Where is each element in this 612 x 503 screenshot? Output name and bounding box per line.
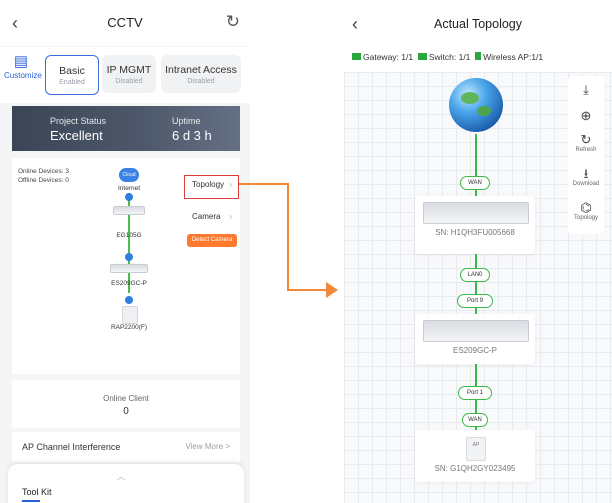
refresh-label: Refresh: [575, 147, 597, 153]
sheet-handle-icon[interactable]: ︿: [116, 468, 126, 483]
chevron-right-icon: ›: [229, 212, 232, 221]
online-client-label: Online Client: [103, 394, 149, 403]
port1-label: Port 1: [458, 386, 492, 400]
tab-ip-mgmt-name: IP MGMT: [106, 64, 152, 76]
ap-channel-label: AP Channel Interference: [22, 442, 121, 452]
header-bar: ‹ CCTV ↻: [0, 0, 250, 46]
online-client-value: 0: [123, 406, 129, 417]
tab-ip-mgmt-status: Disabled: [115, 78, 143, 85]
toolkit-sheet[interactable]: ︿ Tool Kit: [8, 464, 244, 503]
wireless-ap-icon: [475, 52, 482, 60]
page-title: Actual Topology: [433, 17, 523, 31]
switch-card[interactable]: ES209GC-P: [415, 314, 535, 364]
topology-icon: ⌬: [580, 200, 592, 215]
download-label: Download: [572, 181, 600, 187]
node-es209gc-label: ES209GC-P: [111, 280, 147, 287]
toolkit-underline: [22, 500, 40, 502]
callout-arrowhead: [326, 282, 338, 298]
online-client-card[interactable]: Online Client 0: [12, 380, 240, 428]
port9-label: Port 9: [457, 294, 493, 308]
customize-button[interactable]: ▤ Customize: [4, 53, 42, 80]
collapse-icon: ⤓: [583, 82, 589, 97]
ap-serial: SN: G1QH2GY023495: [434, 464, 516, 473]
left-phone-screen: ‹ CCTV ↻ ▤ Customize Basic Enabled IP MG…: [0, 0, 250, 503]
switch-model: ES209GC-P: [452, 346, 498, 355]
building-icon: ▤: [13, 53, 29, 70]
ap-channel-interference-row: AP Channel Interference View More >: [12, 432, 240, 462]
uptime-value: 6 d 3 h: [172, 128, 212, 143]
gateway-icon: [352, 53, 361, 60]
online-devices-count: Online Devices: 3: [18, 168, 69, 175]
legend-ap: Wireless AP:1/1: [483, 52, 544, 62]
camera-button[interactable]: Camera ›: [184, 207, 240, 227]
switch-device-icon: [110, 264, 148, 273]
toolkit-label: Tool Kit: [22, 487, 52, 497]
view-more-link[interactable]: View More >: [185, 442, 230, 451]
topology-tool-button[interactable]: ⌬ Topology: [568, 200, 604, 221]
switch-device-image: [423, 320, 529, 342]
center-tool-button[interactable]: ⊕: [568, 108, 604, 123]
ap-wan-label: WAN: [462, 413, 488, 427]
feature-tabs: ▤ Customize Basic Enabled IP MGMT Disabl…: [0, 47, 250, 103]
gateway-device-image: [423, 202, 529, 224]
tab-ip-mgmt[interactable]: IP MGMT Disabled: [102, 55, 156, 93]
tab-intranet-status: Disabled: [187, 78, 215, 85]
device-legend: Gateway: 1/1 Switch: 1/1 Wireless AP:1/1: [352, 52, 543, 62]
collapse-tool-button[interactable]: ⤓: [568, 82, 604, 97]
camera-button-label: Camera: [192, 212, 221, 221]
legend-switch: Switch: 1/1: [428, 52, 471, 62]
tab-intranet-name: Intranet Access: [165, 64, 237, 76]
target-icon: ⊕: [580, 108, 592, 123]
wan-port-label: WAN: [460, 176, 490, 190]
topology-highlight-box: [184, 175, 239, 199]
link-dot: [125, 253, 133, 261]
tab-basic-status: Enabled: [59, 79, 85, 86]
node-eg105g-label: EG105G: [116, 232, 142, 239]
internet-globe-icon[interactable]: [449, 78, 503, 132]
refresh-icon[interactable]: ↻: [226, 12, 240, 32]
ap-device-icon: [122, 306, 138, 324]
cloud-icon: Cloud: [119, 168, 139, 182]
topology-label: Topology: [573, 215, 599, 221]
gateway-card[interactable]: SN: H1QH3FU005668: [415, 196, 535, 254]
page-title: CCTV: [107, 15, 143, 30]
project-status-banner[interactable]: Project Status Excellent Uptime 6 d 3 h: [12, 106, 240, 151]
cloud-label: Cloud: [122, 172, 136, 178]
callout-arrow: [287, 289, 329, 291]
link-dot: [125, 296, 133, 304]
lan0-port-label: LAN0: [460, 268, 490, 282]
offline-devices-count: Offline Devices: 0: [18, 177, 69, 184]
switch-icon: [417, 53, 427, 60]
tab-basic[interactable]: Basic Enabled: [45, 55, 99, 95]
download-tool-button[interactable]: ⭳ Download: [568, 166, 604, 187]
gateway-serial: SN: H1QH3FU005668: [435, 228, 515, 237]
node-internet-label: Internet: [117, 185, 141, 192]
refresh-icon: ↻: [580, 132, 592, 147]
callout-arrow: [239, 183, 287, 185]
tab-basic-name: Basic: [59, 65, 85, 77]
project-status-label: Project Status: [50, 116, 107, 126]
right-phone-screen: ‹ Actual Topology Gateway: 1/1 Switch: 1…: [344, 0, 612, 503]
detect-camera-button[interactable]: Detect Camera: [187, 234, 237, 247]
callout-arrow: [287, 183, 289, 290]
link-dot: [125, 193, 133, 201]
tab-intranet-access[interactable]: Intranet Access Disabled: [161, 55, 241, 93]
ap-device-image: AP: [466, 437, 486, 461]
legend-gateway: Gateway: 1/1: [363, 52, 414, 62]
topology-toolbar: ⤓ ⊕ ↻ Refresh ⭳ Download ⌬ Topology: [568, 76, 604, 234]
uptime-label: Uptime: [172, 116, 201, 126]
gateway-device-icon: [113, 206, 145, 215]
customize-label: Customize: [4, 71, 42, 80]
globe-land: [461, 92, 479, 104]
download-icon: ⭳: [583, 166, 589, 181]
refresh-tool-button[interactable]: ↻ Refresh: [568, 132, 604, 153]
ap-card[interactable]: AP SN: G1QH2GY023495: [415, 430, 535, 482]
project-status-value: Excellent: [50, 128, 103, 143]
ap-badge: AP: [472, 442, 480, 448]
node-rap2200-label: RAP2200(F): [110, 324, 148, 331]
globe-land: [477, 106, 491, 116]
